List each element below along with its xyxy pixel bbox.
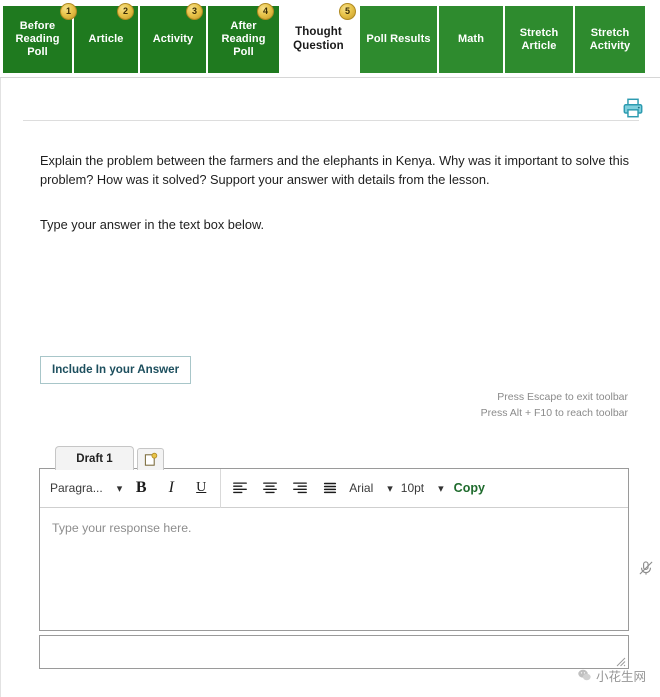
underline-button[interactable]: U [186, 473, 216, 503]
tab-label: Before Reading Poll [15, 20, 60, 58]
tab-badge-3: 3 [186, 3, 203, 20]
question-instruction: Type your answer in the text box below. [40, 217, 265, 232]
draft-tab-row: Draft 1 [55, 444, 164, 470]
tab-label: Thought Question [293, 26, 344, 52]
response-placeholder: Type your response here. [52, 521, 192, 535]
tab-label: Article [88, 33, 124, 45]
resize-grip-icon[interactable] [614, 654, 626, 667]
tab-label: After Reading Poll [221, 20, 266, 58]
font-family-dropdown[interactable]: Arial ▾ [345, 473, 397, 503]
editor-text-area[interactable]: Type your response here. [40, 508, 653, 630]
rich-text-editor: Paragra... ▾ B I U Arial ▾ 10pt ▾ Copy T… [39, 468, 653, 631]
escape-toolbar-hint: Press Escape to exit toolbar [497, 391, 628, 403]
tab-label: Stretch Activity [589, 26, 631, 52]
tab-badge-2: 2 [117, 3, 134, 20]
font-family-value: Arial [349, 481, 374, 495]
header-divider [23, 120, 639, 121]
printer-icon[interactable] [622, 97, 644, 119]
italic-button[interactable]: I [156, 473, 186, 503]
wechat-icon [578, 669, 591, 681]
align-justify-icon[interactable] [315, 473, 345, 503]
lesson-content-panel: Explain the problem between the farmers … [0, 78, 660, 697]
chevron-down-icon: ▾ [116, 482, 123, 495]
editor-status-bar [39, 635, 629, 669]
tab-label: Activity [152, 33, 194, 45]
toolbar-divider [220, 468, 222, 508]
include-in-your-answer-button[interactable]: Include In your Answer [40, 356, 192, 384]
reach-toolbar-hint: Press Alt + F10 to reach toolbar [480, 407, 628, 419]
copy-button[interactable]: Copy [448, 481, 491, 495]
tab-label: Stretch Article [519, 26, 559, 52]
draft-tab-1[interactable]: Draft 1 [55, 446, 134, 470]
thought-question-page: Before Reading Poll 1 Article 2 Activity 3… [0, 0, 660, 697]
chevron-down-icon: ▾ [387, 482, 393, 495]
font-size-value: 10pt [400, 481, 425, 495]
align-left-icon[interactable] [225, 473, 255, 503]
align-right-icon[interactable] [285, 473, 315, 503]
new-page-icon[interactable] [137, 448, 164, 470]
tab-math[interactable]: Math [439, 6, 503, 73]
chevron-down-icon: ▾ [438, 482, 444, 495]
font-size-dropdown[interactable]: 10pt ▾ [397, 473, 448, 503]
lesson-tab-strip: Before Reading Poll 1 Article 2 Activity 3… [0, 0, 660, 78]
question-prompt: Explain the problem between the farmers … [40, 153, 629, 187]
tab-poll-results[interactable]: Poll Results [360, 6, 437, 73]
tab-badge-1: 1 [60, 3, 77, 20]
paragraph-style-dropdown[interactable]: Paragra... ▾ [46, 473, 126, 503]
bold-button[interactable]: B [126, 473, 156, 503]
tab-label: Poll Results [366, 33, 431, 45]
tab-stretch-article[interactable]: Stretch Article [505, 6, 573, 73]
tab-stretch-activity[interactable]: Stretch Activity [575, 6, 645, 73]
microphone-muted-icon[interactable] [638, 560, 654, 576]
editor-toolbar: Paragra... ▾ B I U Arial ▾ 10pt ▾ Copy [40, 468, 628, 508]
tab-badge-5: 5 [339, 3, 356, 20]
tab-label: Math [457, 33, 485, 45]
align-center-icon[interactable] [255, 473, 285, 503]
paragraph-style-value: Paragra... [50, 481, 103, 495]
tab-badge-4: 4 [257, 3, 274, 20]
